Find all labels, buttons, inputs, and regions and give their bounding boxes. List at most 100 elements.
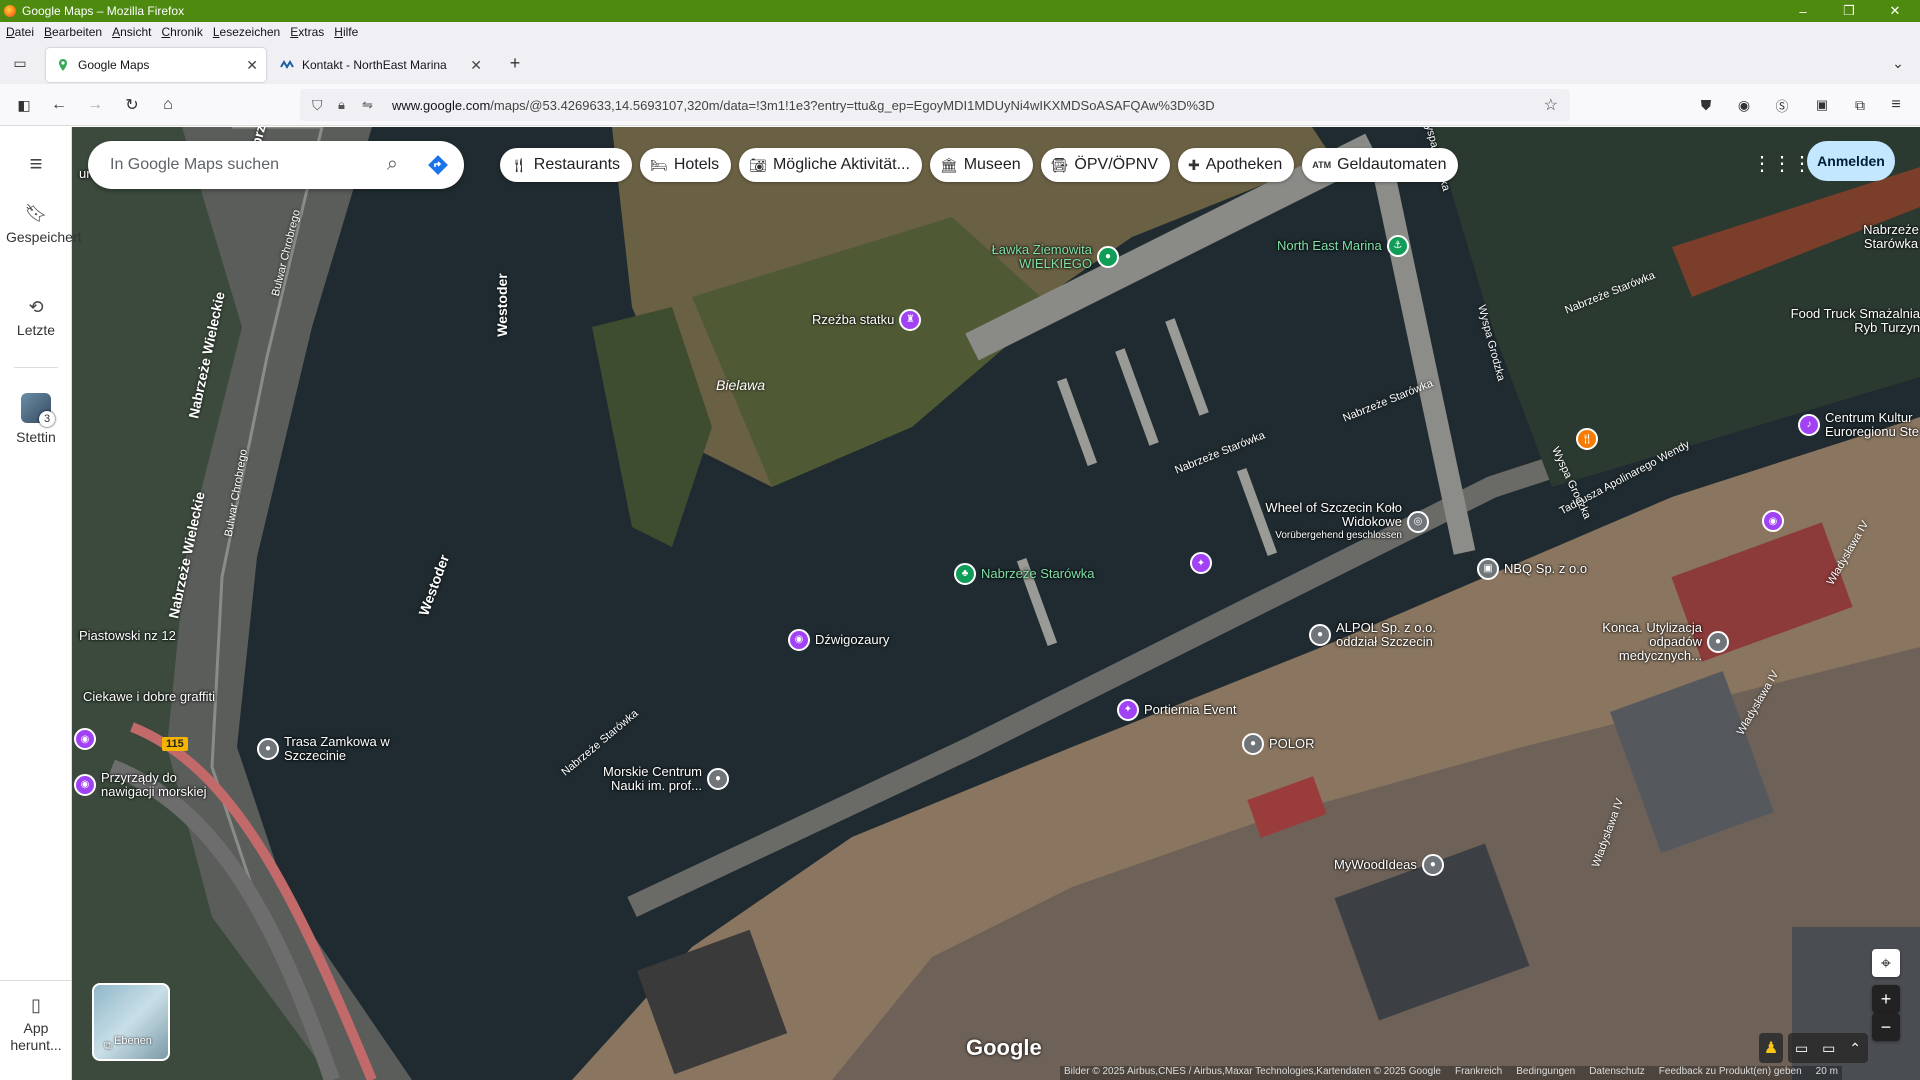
poi-label: Nabrzeże Starówka bbox=[981, 566, 1095, 581]
poi-polor[interactable]: ● POLOR bbox=[1242, 733, 1315, 755]
home-icon[interactable]: ⌂ bbox=[156, 93, 180, 117]
camera-pin-icon[interactable]: ◉ bbox=[1762, 510, 1784, 532]
forward-icon[interactable]: → bbox=[83, 93, 107, 117]
satellite-map[interactable]: In Google Maps suchen ⌕ 🍴︎ Restaurants 🛏︎… bbox=[72, 127, 1920, 1080]
poi-trasa-zamkowa[interactable]: ● Trasa Zamkowa w Szczecinie bbox=[257, 735, 394, 763]
poi-portiernia-event[interactable]: ✦ Portiernia Event bbox=[1117, 699, 1237, 721]
hamburger-icon: ≡ bbox=[29, 151, 43, 176]
region-link[interactable]: Frankreich bbox=[1455, 1066, 1502, 1080]
tab-northeast-marina[interactable]: Kontakt - NorthEast Marina ✕ bbox=[270, 48, 490, 82]
minimize-button[interactable]: – bbox=[1780, 0, 1826, 22]
expand-chevron-icon[interactable]: ⌃ bbox=[1849, 1040, 1861, 1057]
extension-icon[interactable]: ▣ bbox=[1810, 93, 1834, 117]
google-apps-icon[interactable]: ⋮⋮⋮ bbox=[1752, 151, 1812, 176]
saved-button[interactable]: 🔖︎ Gespeichert bbox=[0, 203, 82, 246]
poi-alpol[interactable]: ● ALPOL Sp. z o.o. oddział Szczecin bbox=[1309, 621, 1466, 649]
chip-label: Geldautomaten bbox=[1337, 156, 1447, 173]
close-tab-icon[interactable]: ✕ bbox=[470, 57, 482, 74]
menu-hamburger-icon[interactable]: ≡ bbox=[1884, 93, 1908, 117]
feedback-link[interactable]: Feedback zu Produkt(en) geben bbox=[1659, 1066, 1802, 1080]
sidebar-toggle-icon[interactable]: ◧ bbox=[12, 93, 36, 117]
tab-list-chevron-icon[interactable]: ⌄ bbox=[1886, 51, 1910, 75]
close-window-button[interactable]: ✕ bbox=[1872, 0, 1918, 22]
zoom-out-button[interactable]: − bbox=[1872, 1013, 1900, 1041]
culture-pin-icon: ♪ bbox=[1798, 414, 1820, 436]
url-bar[interactable]: ⛉ 🔒︎ ⇋ www.google.com/maps/@53.4269633,1… bbox=[300, 89, 1570, 121]
poi-konca[interactable]: Konca. Utylizacja odpadów medycznych... … bbox=[1572, 621, 1729, 663]
map-type-switcher[interactable]: ▭ ▭ ⌃ bbox=[1788, 1033, 1868, 1063]
directions-icon[interactable] bbox=[426, 153, 450, 177]
permissions-icon[interactable]: ⇋ bbox=[362, 97, 373, 113]
poi-label: Dźwigozaury bbox=[815, 632, 890, 647]
maximize-button[interactable]: ❐ bbox=[1826, 0, 1872, 22]
poi-przyrzady[interactable]: ◉ Przyrządy do nawigacji morskiej bbox=[74, 771, 221, 799]
chip-label: Hotels bbox=[673, 156, 720, 173]
saved-label: Gespeichert bbox=[6, 229, 82, 245]
new-tab-icon[interactable]: + bbox=[503, 51, 527, 75]
menu-hilfe[interactable]: Hilfe bbox=[334, 25, 358, 39]
chip-activities[interactable]: 📷︎ Mögliche Aktivität... bbox=[739, 148, 922, 182]
street-view-pegman-icon[interactable]: ♟ bbox=[1759, 1033, 1783, 1063]
chip-restaurants[interactable]: 🍴︎ Restaurants bbox=[500, 148, 633, 182]
poi-label: Wheel of Szczecin Koło Widokowe Vorüberge… bbox=[1265, 500, 1402, 542]
privacy-link[interactable]: Datenschutz bbox=[1589, 1066, 1645, 1080]
chip-transit[interactable]: 🚍︎ ÖPV/ÖPNV bbox=[1040, 148, 1170, 182]
satellite-thumbnail-icon[interactable]: ▭ bbox=[1822, 1040, 1835, 1057]
layers-button[interactable]: ⧉ Ebenen bbox=[92, 983, 170, 1061]
recent-button[interactable]: ⟲ Letzte bbox=[0, 297, 72, 338]
poi-centrum-kultur[interactable]: ♪ Centrum Kultur Euroregionu Ste bbox=[1798, 411, 1920, 439]
camera-pin-icon[interactable]: ◉ bbox=[74, 728, 96, 750]
poi-nabrzeze-starowka-right[interactable]: Nabrzeże Starówka bbox=[1856, 223, 1920, 251]
bookmark-star-icon[interactable]: ☆ bbox=[1544, 95, 1558, 115]
menu-bearbeiten[interactable]: Bearbeiten bbox=[44, 25, 102, 39]
download-app-button[interactable]: ▯ App herunt... bbox=[0, 995, 72, 1054]
menu-lesezeichen[interactable]: Lesezeichen bbox=[213, 25, 280, 39]
sign-in-button[interactable]: Anmelden bbox=[1807, 141, 1895, 181]
poi-lawka[interactable]: Ławka Ziemowita WIELKIEGO ● bbox=[962, 243, 1119, 271]
chip-museums[interactable]: 🏛︎ Museen bbox=[929, 148, 1033, 182]
search-box[interactable]: In Google Maps suchen ⌕ bbox=[88, 141, 464, 189]
extension-s-icon[interactable]: Ⓢ bbox=[1770, 93, 1794, 117]
chip-hotels[interactable]: 🛏︎ Hotels bbox=[640, 148, 732, 182]
back-icon[interactable]: ← bbox=[47, 93, 71, 117]
zoom-in-button[interactable]: + bbox=[1872, 985, 1900, 1013]
purple-pin-icon[interactable]: ✦ bbox=[1190, 552, 1212, 574]
lock-icon[interactable]: 🔒︎ bbox=[338, 97, 345, 113]
poi-food-truck[interactable]: Food Truck Smażalnia Ryb Turzyn bbox=[1780, 307, 1920, 335]
my-location-button[interactable]: ⌖ bbox=[1872, 949, 1900, 977]
tab-overview-icon[interactable]: ▭ bbox=[8, 51, 32, 75]
account-icon[interactable]: ◉ bbox=[1732, 93, 1756, 117]
poi-nabrzeze-starowka[interactable]: ♣ Nabrzeże Starówka bbox=[954, 563, 1094, 585]
restaurant-pin-icon[interactable]: 🍴︎ bbox=[1576, 428, 1598, 450]
main-menu-button[interactable]: ≡ bbox=[0, 151, 72, 181]
extensions-puzzle-icon[interactable]: ⧉ bbox=[1848, 93, 1872, 117]
terrain-thumbnail-icon[interactable]: ▭ bbox=[1795, 1040, 1808, 1057]
menu-chronik[interactable]: Chronik bbox=[161, 25, 202, 39]
menu-datei[interactable]: Datei bbox=[6, 25, 34, 39]
poi-rzezba-statku[interactable]: Rzeźba statku ♜ bbox=[812, 309, 922, 331]
menu-ansicht[interactable]: Ansicht bbox=[112, 25, 151, 39]
menu-extras[interactable]: Extras bbox=[290, 25, 324, 39]
chip-pharmacies[interactable]: ✚ Apotheken bbox=[1177, 148, 1295, 182]
poi-northeast-marina[interactable]: North East Marina ⚓︎ bbox=[1277, 235, 1409, 257]
poi-mywoodideas[interactable]: MyWoodIdeas ● bbox=[1334, 854, 1444, 876]
poi-wheel-of-szczecin[interactable]: Wheel of Szczecin Koło Widokowe Vorüberge… bbox=[1252, 501, 1429, 543]
poi-piastowski[interactable]: Piastowski nz 12 bbox=[74, 629, 176, 643]
poi-morskie-centrum[interactable]: Morskie Centrum Nauki im. prof... ● bbox=[592, 765, 729, 793]
search-icon[interactable]: ⌕ bbox=[387, 153, 398, 176]
menu-bar: Datei Bearbeiten Ansicht Chronik Lesezei… bbox=[0, 22, 1920, 42]
poi-dzwigozaury[interactable]: ◉ Dźwigozaury bbox=[788, 629, 889, 651]
shield-icon[interactable]: ⛉ bbox=[312, 97, 323, 114]
map-attribution: Bilder © 2025 Airbus,CNES / Airbus,Maxar… bbox=[1060, 1066, 1842, 1080]
close-tab-icon[interactable]: ✕ bbox=[246, 57, 258, 74]
poi-ciekawe-graffiti[interactable]: Ciekawe i dobre graffiti bbox=[78, 690, 215, 704]
tab-google-maps[interactable]: Google Maps ✕ bbox=[46, 48, 266, 82]
terms-link[interactable]: Bedingungen bbox=[1516, 1066, 1575, 1080]
search-input[interactable]: In Google Maps suchen bbox=[110, 156, 279, 174]
chip-atms[interactable]: ATM Geldautomaten bbox=[1302, 148, 1459, 182]
scale-bar[interactable]: 20 m bbox=[1816, 1066, 1838, 1080]
stettin-recent-button[interactable]: 3 Stettin bbox=[0, 393, 72, 445]
reload-icon[interactable]: ↻ bbox=[120, 93, 144, 117]
pocket-icon[interactable]: ⛊ bbox=[1694, 93, 1718, 117]
poi-nbq[interactable]: ▣ NBQ Sp. z o.o bbox=[1477, 558, 1587, 580]
